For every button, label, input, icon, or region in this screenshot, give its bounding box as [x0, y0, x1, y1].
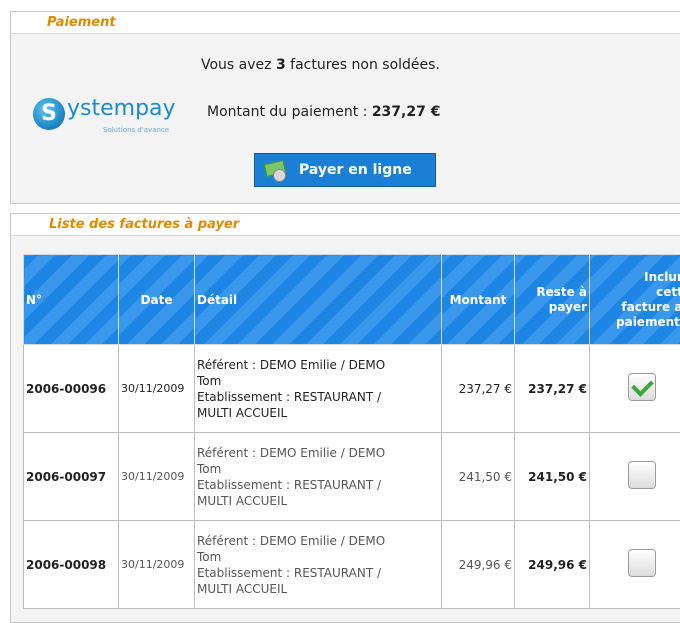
invoice-detail-referent: Référent : DEMO Emilie / DEMO: [197, 446, 385, 460]
invoice-remaining: 237,27 €: [515, 345, 590, 433]
checkmark-icon: [631, 374, 654, 397]
invoice-detail-referent: Référent : DEMO Emilie / DEMO: [197, 534, 385, 548]
invoice-detail-establishment-cont: MULTI ACCUEIL: [197, 582, 287, 596]
include-checkbox[interactable]: [628, 549, 656, 577]
invoice-detail-establishment: Etablissement : RESTAURANT /: [197, 390, 381, 404]
invoice-date: 30/11/2009: [119, 345, 195, 433]
column-header-remaining-line1: Reste à: [536, 285, 587, 299]
column-header-include-line4: paiement ?: [616, 315, 680, 329]
pay-online-button[interactable]: Payer en ligne: [254, 153, 436, 187]
invoice-date: 30/11/2009: [119, 433, 195, 521]
column-header-include: Inclurecettefacture aupaiement ?: [590, 255, 680, 345]
invoice-detail-establishment: Etablissement : RESTAURANT /: [197, 478, 381, 492]
open-invoices-count: 3: [276, 57, 286, 73]
column-header-detail: Détail: [195, 255, 442, 345]
invoice-detail-establishment-cont: MULTI ACCUEIL: [197, 406, 287, 420]
payment-amount-value: 237,27 €: [372, 104, 441, 120]
column-header-remaining: Reste àpayer: [515, 255, 590, 345]
systempay-logo-mark: S: [33, 98, 65, 130]
systempay-logo-word: ystempay: [67, 96, 176, 121]
column-header-include-line1: Inclure: [644, 270, 680, 284]
invoice-row: 2006-00098 30/11/2009 Référent : DEMO Em…: [24, 521, 680, 609]
open-invoices-suffix: factures non soldées.: [286, 57, 440, 73]
payment-amount-text: Montant du paiement : 237,27 €: [207, 104, 440, 120]
invoice-row: 2006-00096 30/11/2009 Référent : DEMO Em…: [24, 345, 680, 433]
systempay-logo: S ystempay Solutions d'avance: [33, 98, 203, 142]
payment-panel-title: Paiement: [11, 12, 680, 34]
include-checkbox[interactable]: [628, 373, 656, 401]
column-header-include-line3: facture au: [621, 300, 680, 314]
pay-online-label: Payer en ligne: [299, 162, 412, 178]
invoice-detail-referent-cont: Tom: [197, 550, 221, 564]
payment-panel: Paiement Vous avez 3 factures non soldée…: [10, 11, 680, 204]
include-cell: [590, 521, 680, 609]
invoice-number: 2006-00096: [24, 345, 119, 433]
column-header-date: Date: [119, 255, 195, 345]
invoice-detail: Référent : DEMO Emilie / DEMO Tom Etabliss…: [195, 521, 442, 609]
invoice-list-panel: Liste des factures à payer N° Date Détai…: [10, 213, 680, 623]
column-header-remaining-line2: payer: [549, 300, 587, 314]
invoice-detail-referent-cont: Tom: [197, 374, 221, 388]
column-header-amount: Montant: [442, 255, 515, 345]
invoice-table-header: N° Date Détail Montant Reste àpayer Incl…: [24, 255, 680, 345]
invoice-table: N° Date Détail Montant Reste àpayer Incl…: [23, 254, 680, 609]
invoice-amount: 249,96 €: [442, 521, 515, 609]
include-cell: [590, 433, 680, 521]
include-cell: [590, 345, 680, 433]
column-header-include-line2: cette: [656, 285, 680, 299]
invoice-amount: 241,50 €: [442, 433, 515, 521]
invoice-detail-referent: Référent : DEMO Emilie / DEMO: [197, 358, 385, 372]
invoice-detail-establishment: Etablissement : RESTAURANT /: [197, 566, 381, 580]
invoice-remaining: 249,96 €: [515, 521, 590, 609]
invoice-detail-establishment-cont: MULTI ACCUEIL: [197, 494, 287, 508]
invoice-amount: 237,27 €: [442, 345, 515, 433]
column-header-number: N°: [24, 255, 119, 345]
invoice-row: 2006-00097 30/11/2009 Référent : DEMO Em…: [24, 433, 680, 521]
open-invoices-prefix: Vous avez: [201, 57, 276, 73]
payment-amount-label: Montant du paiement :: [207, 104, 372, 120]
money-icon: [265, 160, 287, 180]
systempay-logo-tagline: Solutions d'avance: [103, 126, 169, 134]
invoice-detail: Référent : DEMO Emilie / DEMO Tom Etabliss…: [195, 433, 442, 521]
invoice-number: 2006-00097: [24, 433, 119, 521]
invoice-list-title: Liste des factures à payer: [11, 214, 680, 236]
invoice-remaining: 241,50 €: [515, 433, 590, 521]
invoice-detail: Référent : DEMO Emilie / DEMO Tom Etabliss…: [195, 345, 442, 433]
invoice-date: 30/11/2009: [119, 521, 195, 609]
invoice-detail-referent-cont: Tom: [197, 462, 221, 476]
invoice-number: 2006-00098: [24, 521, 119, 609]
include-checkbox[interactable]: [628, 461, 656, 489]
open-invoices-text: Vous avez 3 factures non soldées.: [201, 57, 440, 73]
